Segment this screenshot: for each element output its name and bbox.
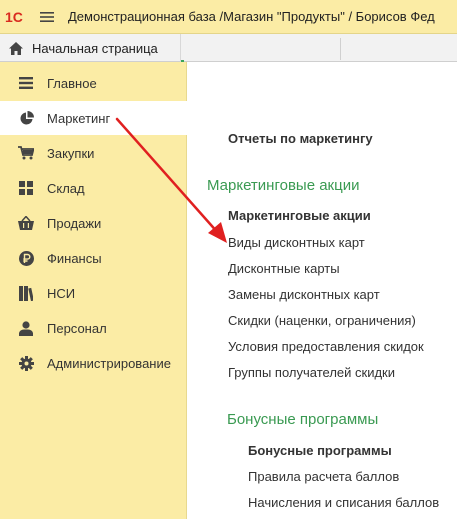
ruble-icon (18, 250, 34, 266)
sidebar-item-finance[interactable]: Финансы (0, 241, 187, 275)
link-discount-cards[interactable]: Дисконтные карты (228, 261, 340, 276)
list-icon (18, 75, 34, 91)
sidebar-item-nsi[interactable]: НСИ (0, 276, 187, 310)
link-discounts[interactable]: Скидки (наценки, ограничения) (228, 313, 416, 328)
link-discount-recipient-groups[interactable]: Группы получателей скидки (228, 365, 395, 380)
sections-panel: Главное Маркетинг Закупки Склад Продажи … (0, 62, 188, 519)
sidebar-item-label: Склад (47, 180, 85, 196)
sidebar-item-personnel[interactable]: Персонал (0, 311, 187, 345)
sidebar-item-label: Администрирование (47, 355, 171, 371)
link-bonus-programs[interactable]: Бонусные программы (248, 443, 392, 458)
person-icon (18, 320, 34, 336)
link-discount-card-types[interactable]: Виды дисконтных карт (228, 235, 365, 250)
warehouse-icon (18, 180, 34, 196)
main-menu-icon[interactable] (36, 0, 58, 34)
sidebar-item-purchases[interactable]: Закупки (0, 136, 187, 170)
link-discount-conditions[interactable]: Условия предоставления скидок (228, 339, 424, 354)
top-bar: 1С Демонстрационная база /Магазин "Проду… (0, 0, 457, 34)
home-icon (9, 41, 23, 55)
tab-separator (340, 38, 341, 60)
section-title-bonus: Бонусные программы (227, 411, 379, 428)
svg-text:1С: 1С (5, 9, 23, 25)
gear-icon (18, 355, 34, 371)
sidebar-item-label: Финансы (47, 250, 102, 266)
sidebar-item-sales[interactable]: Продажи (0, 206, 187, 240)
cart-icon (18, 145, 34, 161)
section-title-promotions: Маркетинговые акции (207, 177, 360, 194)
basket-icon (18, 215, 34, 231)
sidebar-item-administration[interactable]: Администрирование (0, 346, 187, 380)
1c-logo-icon[interactable]: 1С (0, 0, 34, 34)
sidebar-item-label: Закупки (47, 145, 95, 161)
section-content: Отчеты по маркетингу Маркетинговые акции… (187, 62, 457, 519)
reference-icon (18, 285, 34, 301)
link-marketing-reports[interactable]: Отчеты по маркетингу (228, 131, 373, 146)
sidebar-item-main[interactable]: Главное (0, 66, 187, 100)
pie-chart-icon (18, 110, 34, 126)
sidebar-item-label: НСИ (47, 285, 76, 301)
link-promotions[interactable]: Маркетинговые акции (228, 208, 371, 223)
tab-home[interactable]: Начальная страница (0, 34, 181, 62)
tab-home-label: Начальная страница (32, 40, 158, 56)
sidebar-item-label: Главное (47, 75, 97, 91)
sidebar-item-label: Персонал (47, 320, 107, 336)
link-points-accruals[interactable]: Начисления и списания баллов (248, 495, 439, 510)
sidebar-item-label: Продажи (47, 215, 102, 231)
link-points-rules[interactable]: Правила расчета баллов (248, 469, 399, 484)
tab-bar: Начальная страница (0, 34, 457, 63)
sidebar-item-warehouse[interactable]: Склад (0, 171, 187, 205)
sidebar-item-marketing[interactable]: Маркетинг (0, 101, 188, 135)
sidebar-item-label: Маркетинг (47, 110, 111, 126)
link-discount-card-replacements[interactable]: Замены дисконтных карт (228, 287, 380, 302)
window-title: Демонстрационная база /Магазин "Продукты… (68, 9, 435, 24)
